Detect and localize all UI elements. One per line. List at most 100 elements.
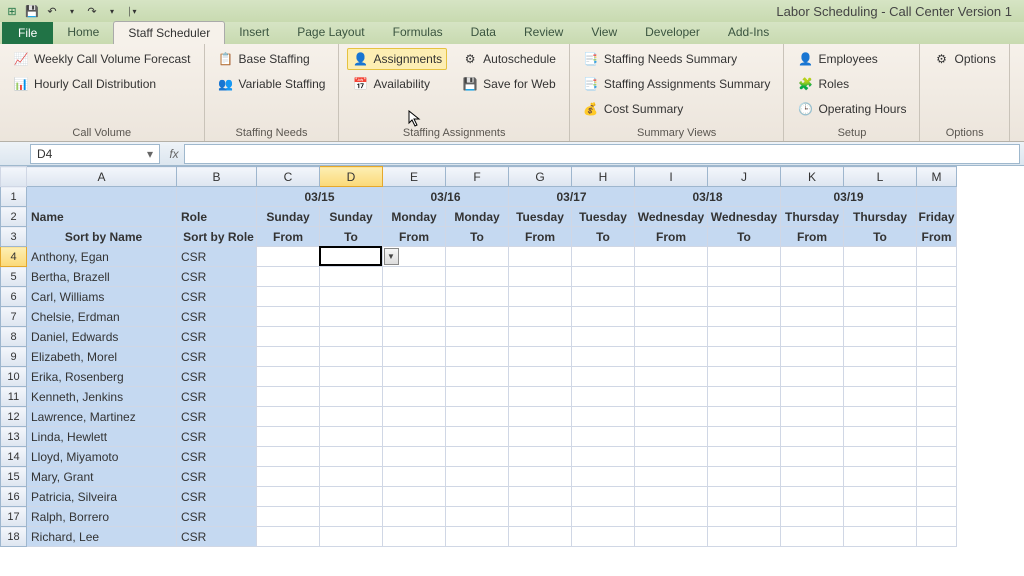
schedule-cell[interactable] <box>572 387 635 407</box>
row-header[interactable]: 3 <box>1 227 27 247</box>
schedule-cell[interactable] <box>320 327 383 347</box>
schedule-cell[interactable] <box>383 527 446 547</box>
schedule-cell[interactable] <box>635 347 708 367</box>
ribbon-tab-formulas[interactable]: Formulas <box>379 21 457 44</box>
ribbon-button-autoschedule[interactable]: ⚙Autoschedule <box>457 48 561 70</box>
employee-role-cell[interactable]: CSR <box>177 307 257 327</box>
employee-role-cell[interactable]: CSR <box>177 427 257 447</box>
schedule-cell[interactable] <box>383 367 446 387</box>
schedule-cell[interactable] <box>509 327 572 347</box>
save-icon[interactable]: 💾 <box>24 3 40 19</box>
schedule-cell[interactable] <box>708 367 781 387</box>
ribbon-button-cost-summary[interactable]: 💰Cost Summary <box>578 98 776 120</box>
schedule-cell[interactable] <box>781 247 844 267</box>
schedule-cell[interactable] <box>635 447 708 467</box>
schedule-cell[interactable] <box>844 407 917 427</box>
schedule-cell[interactable] <box>446 447 509 467</box>
qat-customize-icon[interactable]: │▾ <box>124 3 140 19</box>
schedule-cell[interactable] <box>781 347 844 367</box>
schedule-cell[interactable] <box>708 447 781 467</box>
schedule-cell[interactable] <box>320 347 383 367</box>
employee-role-cell[interactable]: CSR <box>177 467 257 487</box>
employee-name-cell[interactable]: Erika, Rosenberg <box>27 367 177 387</box>
employee-name-cell[interactable]: Richard, Lee <box>27 527 177 547</box>
row-header[interactable]: 17 <box>1 507 27 527</box>
row-header[interactable]: 15 <box>1 467 27 487</box>
schedule-cell[interactable] <box>446 527 509 547</box>
schedule-cell[interactable] <box>257 427 320 447</box>
column-header[interactable]: L <box>844 167 917 187</box>
ribbon-tab-review[interactable]: Review <box>510 21 577 44</box>
employee-role-cell[interactable]: CSR <box>177 407 257 427</box>
schedule-cell[interactable] <box>708 307 781 327</box>
schedule-cell[interactable] <box>320 407 383 427</box>
schedule-cell[interactable] <box>320 507 383 527</box>
schedule-cell[interactable] <box>708 347 781 367</box>
schedule-cell[interactable] <box>257 347 320 367</box>
schedule-cell[interactable] <box>781 487 844 507</box>
schedule-cell[interactable] <box>446 487 509 507</box>
ribbon-button-operating-hours[interactable]: 🕒Operating Hours <box>792 98 911 120</box>
schedule-cell[interactable] <box>446 367 509 387</box>
schedule-cell[interactable] <box>320 247 383 267</box>
employee-role-cell[interactable]: CSR <box>177 267 257 287</box>
schedule-cell[interactable] <box>257 487 320 507</box>
schedule-cell[interactable] <box>572 447 635 467</box>
schedule-cell[interactable] <box>383 447 446 467</box>
schedule-cell[interactable] <box>509 367 572 387</box>
schedule-cell[interactable] <box>844 247 917 267</box>
schedule-cell[interactable] <box>781 427 844 447</box>
cell-dropdown-handle[interactable]: ▼ <box>384 248 399 265</box>
schedule-cell[interactable] <box>781 387 844 407</box>
column-header[interactable]: A <box>27 167 177 187</box>
schedule-cell[interactable] <box>708 427 781 447</box>
schedule-cell[interactable] <box>572 327 635 347</box>
schedule-cell[interactable] <box>257 447 320 467</box>
employee-name-cell[interactable]: Kenneth, Jenkins <box>27 387 177 407</box>
schedule-cell[interactable] <box>320 467 383 487</box>
schedule-cell[interactable] <box>917 327 957 347</box>
column-header[interactable]: C <box>257 167 320 187</box>
schedule-cell[interactable] <box>509 307 572 327</box>
schedule-cell[interactable] <box>446 287 509 307</box>
row-header[interactable]: 14 <box>1 447 27 467</box>
schedule-cell[interactable] <box>257 527 320 547</box>
schedule-cell[interactable] <box>446 387 509 407</box>
schedule-cell[interactable] <box>320 287 383 307</box>
ribbon-button-availability[interactable]: 📅Availability <box>347 73 447 95</box>
ribbon-tab-data[interactable]: Data <box>457 21 510 44</box>
ribbon-button-staffing-needs-summary[interactable]: 📑Staffing Needs Summary <box>578 48 776 70</box>
schedule-cell[interactable] <box>509 527 572 547</box>
schedule-cell[interactable] <box>781 507 844 527</box>
ribbon-button-save-for-web[interactable]: 💾Save for Web <box>457 73 561 95</box>
schedule-cell[interactable] <box>917 407 957 427</box>
schedule-cell[interactable] <box>917 247 957 267</box>
ribbon-tab-staff-scheduler[interactable]: Staff Scheduler <box>113 21 225 44</box>
ribbon-button-hourly-call-distribution[interactable]: 📊Hourly Call Distribution <box>8 73 196 95</box>
employee-role-cell[interactable]: CSR <box>177 487 257 507</box>
schedule-cell[interactable] <box>446 327 509 347</box>
schedule-cell[interactable] <box>509 287 572 307</box>
schedule-cell[interactable] <box>781 307 844 327</box>
schedule-cell[interactable] <box>383 287 446 307</box>
row-header[interactable]: 5 <box>1 267 27 287</box>
chevron-down-icon[interactable]: ▾ <box>147 147 153 161</box>
employee-role-cell[interactable]: CSR <box>177 367 257 387</box>
schedule-cell[interactable] <box>383 267 446 287</box>
ribbon-button-assignments[interactable]: 👤Assignments <box>347 48 447 70</box>
schedule-cell[interactable] <box>844 327 917 347</box>
schedule-cell[interactable] <box>844 467 917 487</box>
schedule-cell[interactable] <box>383 327 446 347</box>
schedule-cell[interactable] <box>446 467 509 487</box>
schedule-cell[interactable] <box>635 427 708 447</box>
employee-name-cell[interactable]: Lloyd, Miyamoto <box>27 447 177 467</box>
schedule-cell[interactable] <box>320 367 383 387</box>
employee-name-cell[interactable]: Patricia, Silveira <box>27 487 177 507</box>
schedule-cell[interactable] <box>708 527 781 547</box>
schedule-cell[interactable] <box>446 267 509 287</box>
schedule-cell[interactable] <box>509 487 572 507</box>
schedule-cell[interactable] <box>844 527 917 547</box>
schedule-cell[interactable] <box>509 507 572 527</box>
schedule-cell[interactable] <box>708 267 781 287</box>
column-header[interactable]: M <box>917 167 957 187</box>
